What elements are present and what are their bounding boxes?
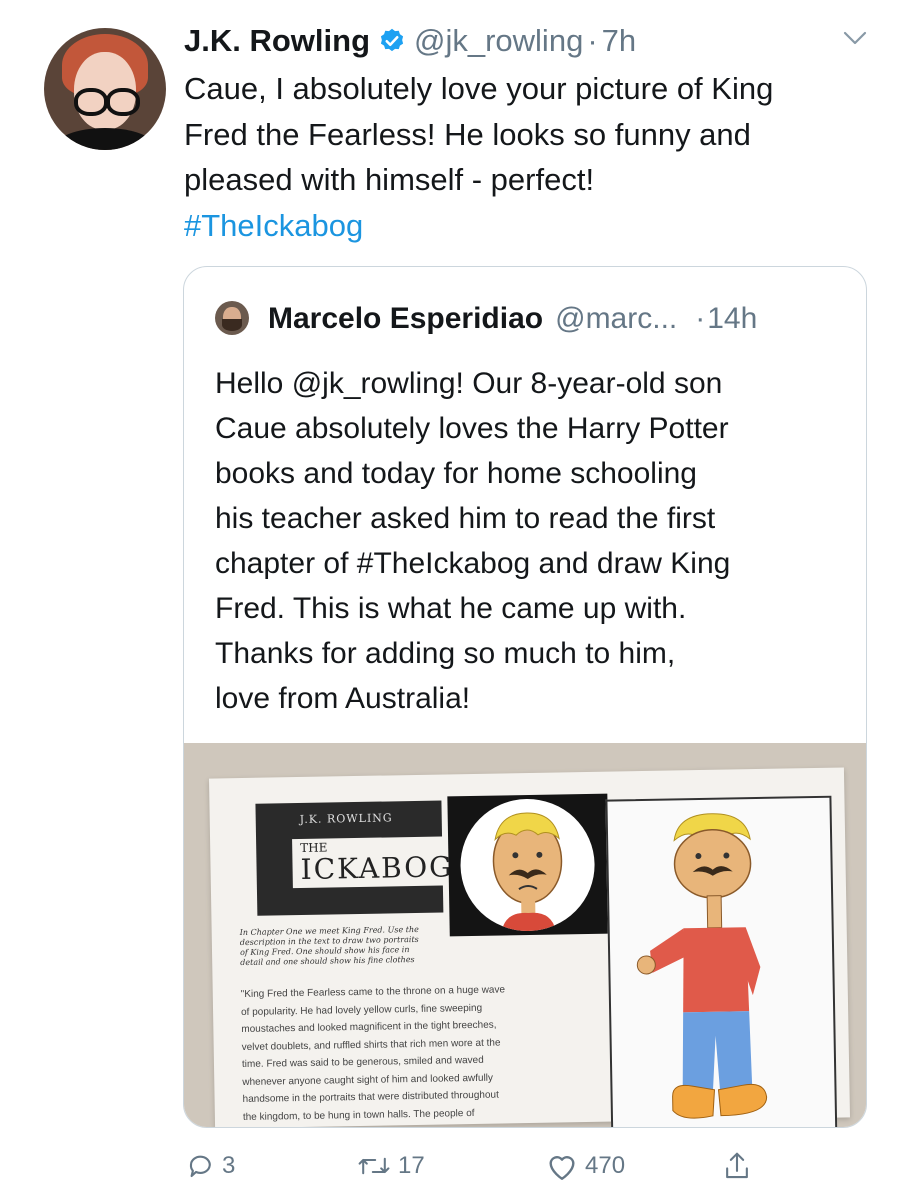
avatar-glasses-right: [106, 88, 140, 116]
author-avatar[interactable]: [44, 28, 166, 150]
retweet-icon: [358, 1157, 390, 1175]
quoted-author-handle: @marc...: [555, 302, 678, 335]
book-title: THE ICKABOG: [292, 836, 462, 889]
author-name[interactable]: J.K. Rowling: [184, 23, 370, 59]
time-separator: ·: [587, 23, 598, 58]
share-icon: [726, 1152, 748, 1179]
heart-icon: [549, 1156, 575, 1180]
quoted-avatar-beard: [222, 319, 242, 331]
face-portrait-frame: [447, 793, 610, 937]
tweet-actions: 3 17 470: [0, 1146, 909, 1186]
book-excerpt: "King Fred the Fearless came to the thro…: [241, 980, 593, 1126]
tweet-header: J.K. Rowling @jk_rowling · 7h: [184, 18, 636, 64]
quoted-text-line: Hello @jk_rowling! Our 8-year-old son: [215, 367, 723, 400]
quoted-text-line: chapter of #TheIckabog and draw King: [215, 547, 731, 580]
book-author: J.K. ROWLING: [299, 811, 393, 826]
like-count: 470: [585, 1152, 626, 1179]
quoted-tweet[interactable]: Marcelo Esperidiao @marc... · 14h Hello …: [183, 266, 867, 1128]
worksheet-paper: J.K. ROWLING THE ICKABOG In Chapter One …: [208, 767, 851, 1127]
tweet-text-line: Fred the Fearless! He looks so funny and: [184, 116, 751, 152]
book-title-big: ICKABOG: [300, 850, 454, 886]
quoted-author-avatar: [215, 301, 249, 335]
full-body-portrait-frame: [605, 795, 838, 1127]
tweet-text-line: pleased with himself - perfect!: [184, 162, 595, 197]
quoted-text-line: Fred. This is what he came up with.: [215, 592, 687, 625]
verified-badge-icon: [380, 28, 404, 52]
quoted-time-separator: ·: [695, 302, 706, 335]
king-face-drawing: [492, 812, 563, 932]
avatar-shirt: [54, 128, 156, 150]
share-button[interactable]: [722, 1146, 758, 1186]
quoted-text-line: his teacher asked him to read the first: [215, 502, 716, 535]
face-portrait-circle: [459, 797, 596, 933]
quoted-tweet-time: 14h: [707, 302, 758, 335]
quoted-text-line: books and today for home schooling: [215, 457, 697, 490]
chevron-down-icon[interactable]: [842, 28, 868, 48]
like-button[interactable]: 470: [545, 1146, 625, 1186]
hashtag-link[interactable]: #TheIckabog: [184, 203, 884, 249]
reply-button[interactable]: 3: [186, 1146, 235, 1186]
tweet-time[interactable]: 7h: [602, 23, 636, 59]
author-handle[interactable]: @jk_rowling: [414, 23, 583, 59]
quoted-author-name: Marcelo Esperidiao: [268, 302, 544, 335]
quoted-text-line: Caue absolutely loves the Harry Potter: [215, 412, 729, 445]
quoted-text-line: Thanks for adding so much to him,: [215, 637, 676, 670]
reply-count: 3: [222, 1152, 236, 1179]
tweet-text: Caue, I absolutely love your picture of …: [184, 66, 884, 248]
tweet-photo[interactable]: J.K. ROWLING THE ICKABOG In Chapter One …: [184, 743, 866, 1127]
king-body-drawing: [636, 813, 768, 1119]
retweet-button[interactable]: 17: [356, 1146, 425, 1186]
quoted-tweet-header: Marcelo Esperidiao @marc... · 14h: [268, 297, 757, 341]
avatar-glasses-left: [74, 88, 108, 116]
tweet-text-line: Caue, I absolutely love your picture of …: [184, 71, 774, 106]
quoted-tweet-text: Hello @jk_rowling! Our 8-year-old son Ca…: [215, 361, 855, 721]
book-cover: J.K. ROWLING THE ICKABOG: [255, 800, 462, 916]
reply-icon: [189, 1155, 211, 1178]
worksheet-left-page: J.K. ROWLING THE ICKABOG In Chapter One …: [227, 793, 611, 1127]
worksheet-instructions: In Chapter One we meet King Fred. Use th…: [239, 924, 419, 968]
retweet-count: 17: [398, 1152, 425, 1179]
quoted-text-line: love from Australia!: [215, 682, 471, 715]
